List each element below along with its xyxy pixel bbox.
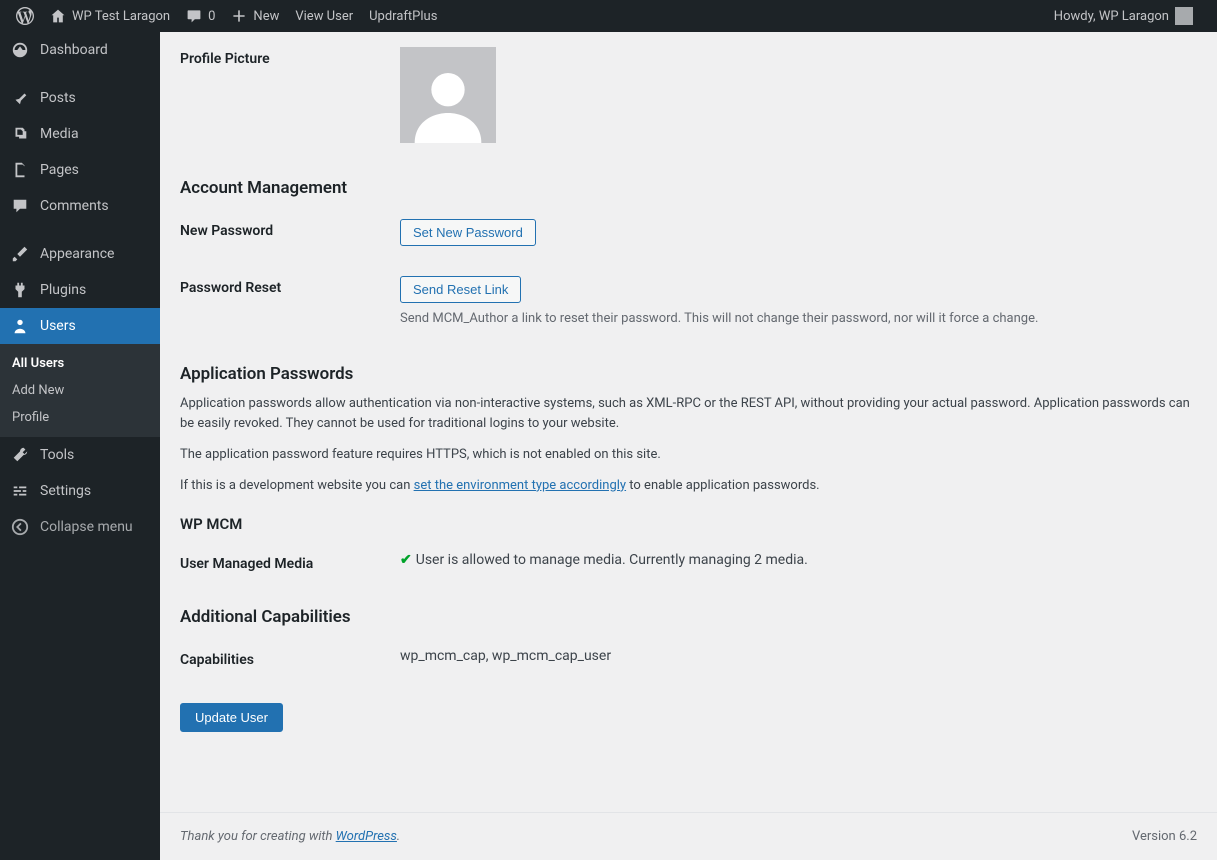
update-user-button[interactable]: Update User — [180, 703, 283, 732]
plugin-icon — [10, 280, 30, 300]
admin-sidebar: Dashboard Posts Media Pages Comments App… — [0, 32, 160, 860]
user-icon — [10, 316, 30, 336]
environment-type-link[interactable]: set the environment type accordingly — [414, 478, 626, 493]
page-icon — [10, 160, 30, 180]
menu-media[interactable]: Media — [0, 116, 160, 152]
capabilities-label: Capabilities — [180, 648, 400, 668]
set-new-password-button[interactable]: Set New Password — [400, 219, 536, 246]
menu-dashboard[interactable]: Dashboard — [0, 32, 160, 68]
account-management-heading: Account Management — [180, 178, 1197, 198]
app-passwords-dev-note: If this is a development website you can… — [180, 476, 1197, 497]
menu-pages[interactable]: Pages — [0, 152, 160, 188]
dashboard-icon — [10, 40, 30, 60]
collapse-menu[interactable]: Collapse menu — [0, 509, 160, 545]
site-name-link[interactable]: WP Test Laragon — [42, 0, 178, 32]
sliders-icon — [10, 481, 30, 501]
submenu-profile[interactable]: Profile — [0, 404, 160, 431]
home-icon — [50, 8, 66, 24]
version-text: Version 6.2 — [1132, 829, 1197, 844]
collapse-icon — [10, 517, 30, 537]
user-managed-media-text: User is allowed to manage media. Current… — [416, 552, 808, 568]
send-reset-link-button[interactable]: Send Reset Link — [400, 276, 521, 303]
menu-plugins[interactable]: Plugins — [0, 272, 160, 308]
app-passwords-description: Application passwords allow authenticati… — [180, 394, 1197, 436]
wordpress-link[interactable]: WordPress — [336, 829, 397, 844]
password-reset-description: Send MCM_Author a link to reset their pa… — [400, 309, 1197, 329]
users-submenu: All Users Add New Profile — [0, 344, 160, 437]
user-managed-media-label: User Managed Media — [180, 552, 400, 572]
pin-icon — [10, 88, 30, 108]
password-reset-label: Password Reset — [180, 276, 400, 329]
howdy-text: Howdy, WP Laragon — [1054, 9, 1169, 24]
profile-picture-avatar — [400, 47, 496, 143]
application-passwords-heading: Application Passwords — [180, 364, 1197, 384]
site-name: WP Test Laragon — [72, 9, 170, 24]
admin-footer: Thank you for creating with WordPress. V… — [160, 812, 1217, 860]
new-password-label: New Password — [180, 219, 400, 246]
wp-logo-icon[interactable] — [8, 0, 42, 32]
additional-capabilities-heading: Additional Capabilities — [180, 607, 1197, 627]
app-passwords-https-warning: The application password feature require… — [180, 445, 1197, 466]
media-icon — [10, 124, 30, 144]
plus-icon — [231, 8, 247, 24]
brush-icon — [10, 244, 30, 264]
main-content: Profile Picture Account Management New P… — [160, 32, 1217, 860]
avatar-icon — [1175, 7, 1193, 25]
profile-picture-label: Profile Picture — [180, 47, 400, 143]
wrench-icon — [10, 445, 30, 465]
submenu-all-users[interactable]: All Users — [0, 350, 160, 377]
comments-link[interactable]: 0 — [178, 0, 223, 32]
menu-settings[interactable]: Settings — [0, 473, 160, 509]
new-content-link[interactable]: New — [223, 0, 287, 32]
menu-posts[interactable]: Posts — [0, 80, 160, 116]
comments-count: 0 — [208, 9, 215, 24]
updraftplus-link[interactable]: UpdraftPlus — [361, 0, 445, 32]
menu-comments[interactable]: Comments — [0, 188, 160, 224]
wp-mcm-heading: WP MCM — [180, 515, 1197, 533]
menu-tools[interactable]: Tools — [0, 437, 160, 473]
new-label: New — [253, 9, 279, 24]
view-user-link[interactable]: View User — [287, 0, 361, 32]
comment-icon — [10, 196, 30, 216]
menu-users[interactable]: Users — [0, 308, 160, 344]
admin-toolbar: WP Test Laragon 0 New View User UpdraftP… — [0, 0, 1217, 32]
capabilities-value: wp_mcm_cap, wp_mcm_cap_user — [400, 648, 1197, 668]
submenu-add-new[interactable]: Add New — [0, 377, 160, 404]
check-icon: ✔ — [400, 552, 412, 568]
comment-icon — [186, 8, 202, 24]
account-link[interactable]: Howdy, WP Laragon — [1046, 0, 1201, 32]
menu-appearance[interactable]: Appearance — [0, 236, 160, 272]
